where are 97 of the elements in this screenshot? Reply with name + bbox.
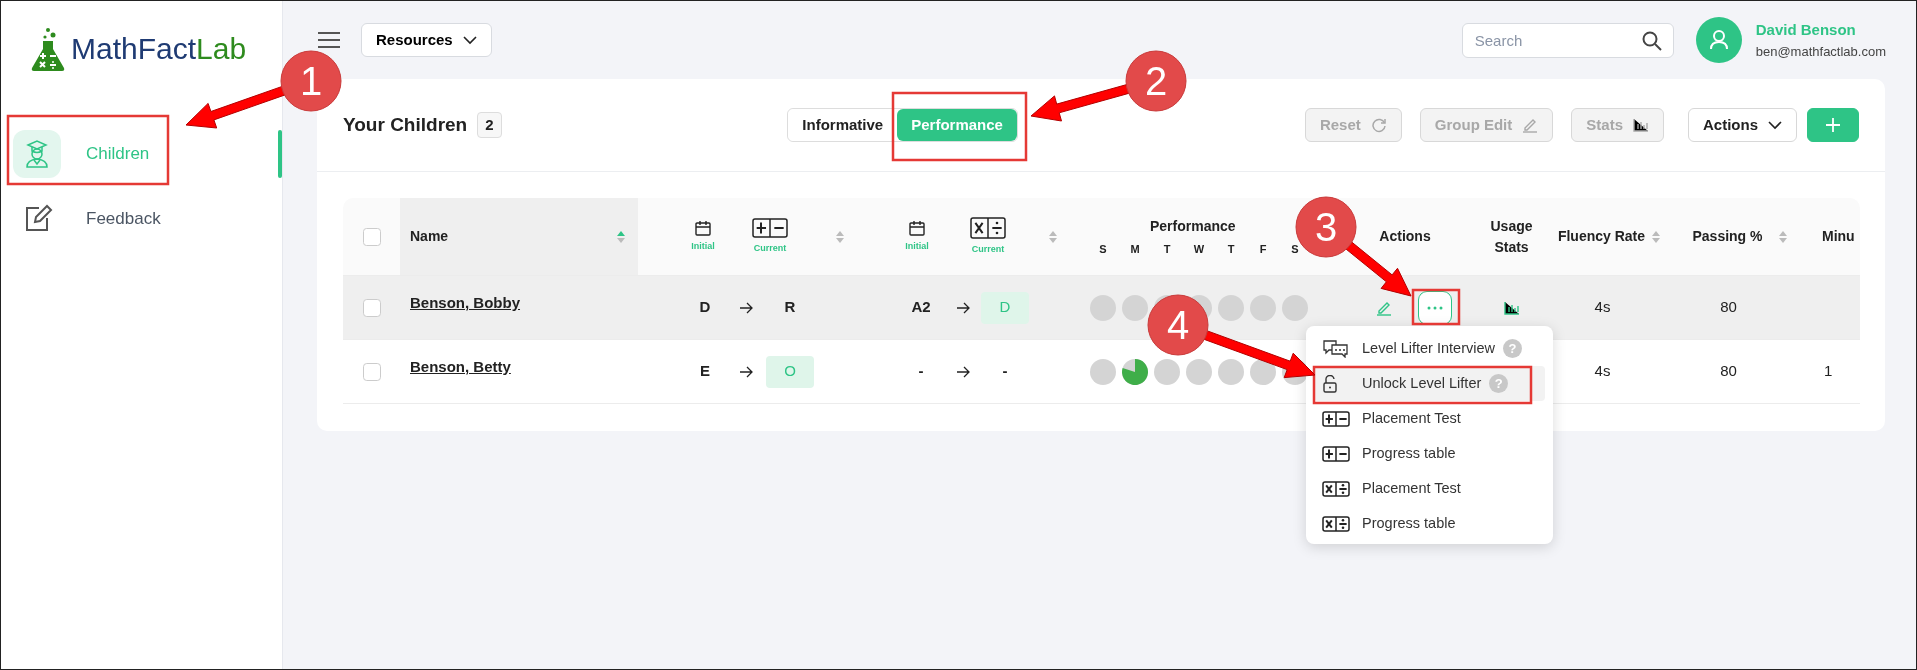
menu-item[interactable]: Placement Test	[1314, 471, 1545, 506]
menu-icon[interactable]	[317, 30, 341, 50]
day-label: T	[1162, 241, 1172, 257]
column-header[interactable]: Fluency Rate	[1548, 226, 1647, 247]
unlock-icon	[1322, 374, 1338, 393]
checkbox[interactable]	[363, 362, 381, 381]
plus-minus-icon	[752, 217, 788, 238]
bar-chart-icon[interactable]	[1503, 300, 1520, 315]
table-cell-text: 4s	[1594, 297, 1611, 318]
level-label: Current	[753, 241, 787, 255]
level-value: -	[917, 361, 925, 382]
menu-item[interactable]: Placement Test	[1314, 401, 1545, 436]
menu-item[interactable]: Unlock Level Lifter ?	[1314, 366, 1545, 401]
level-value: A2	[910, 297, 932, 318]
empty-day-dot	[1122, 294, 1148, 321]
refresh-icon	[1370, 117, 1387, 133]
student-icon	[13, 130, 61, 178]
level-value: D	[981, 291, 1029, 324]
column-header: Performance	[1150, 216, 1236, 236]
day-label: W	[1192, 241, 1206, 257]
search-field[interactable]: Search	[1461, 22, 1674, 58]
more-icon	[1427, 305, 1443, 310]
column-header[interactable]: Name	[410, 226, 449, 247]
chat-bubbles-icon	[1322, 339, 1350, 358]
calendar-icon	[909, 219, 925, 236]
empty-day-dot	[1090, 358, 1116, 385]
help-icon: ?	[1489, 374, 1509, 393]
logo: MathFactLab	[71, 31, 247, 67]
table-cell-text: 1	[1824, 361, 1833, 382]
empty-day-dot	[1282, 294, 1308, 321]
level-label: Initial	[691, 239, 715, 253]
child-name-link[interactable]: Benson, Betty	[410, 356, 511, 379]
column-header: Usage Stats	[1489, 216, 1534, 257]
logo-icon	[31, 25, 65, 72]
empty-day-dot	[1250, 358, 1276, 385]
table-cell-text: 4s	[1594, 361, 1611, 382]
search-icon[interactable]	[1641, 30, 1662, 51]
menu-item[interactable]: Progress table	[1314, 436, 1545, 471]
highlight-frame	[1411, 288, 1461, 326]
child-name-link[interactable]: Benson, Bobby	[410, 292, 520, 315]
day-label: M	[1129, 241, 1141, 257]
active-indicator	[278, 130, 282, 178]
count-badge: 2	[477, 111, 502, 139]
level-value: R	[783, 297, 797, 318]
user-email: ben@mathfactlab.com	[1755, 42, 1886, 61]
level-value: E	[699, 361, 711, 382]
pencil-icon	[1522, 117, 1539, 133]
empty-day-dot	[1218, 294, 1244, 321]
user-name: David Benson	[1755, 20, 1857, 40]
plus-icon	[1825, 117, 1841, 133]
card-title: Your Children	[343, 112, 468, 137]
empty-day-dot	[1154, 358, 1180, 385]
times-divide-icon	[970, 216, 1006, 239]
sidebar-item[interactable]: Feedback	[1, 194, 282, 244]
level-label: Current	[971, 242, 1005, 256]
table-cell-text: 80	[1720, 297, 1737, 318]
caret-icon	[462, 35, 477, 45]
step-marker: 2	[1125, 50, 1187, 112]
times-divide-icon	[1322, 515, 1350, 532]
checkbox[interactable]	[363, 227, 381, 246]
day-label: T	[1226, 241, 1236, 257]
bar-chart-icon	[1633, 118, 1649, 132]
checkbox[interactable]	[363, 298, 381, 317]
more-button[interactable]	[1418, 290, 1452, 325]
column-header[interactable]: Passing %	[1673, 226, 1774, 247]
step-marker: 1	[280, 50, 342, 112]
empty-day-dot	[1250, 294, 1276, 321]
level-label: Initial	[905, 239, 929, 253]
step-marker: 4	[1147, 294, 1209, 356]
actions-dropdown[interactable]: Actions	[1688, 108, 1797, 142]
pointer-arrow	[1345, 241, 1412, 297]
column-header: Actions	[1379, 227, 1431, 246]
arrow-icon	[956, 365, 970, 378]
level-value: -	[1001, 361, 1009, 382]
level-value: O	[766, 355, 814, 388]
level-value: D	[698, 297, 712, 318]
table-cell-text: 80	[1720, 361, 1737, 382]
menu-item[interactable]: Progress table	[1314, 506, 1545, 541]
add-button[interactable]	[1807, 108, 1859, 142]
times-divide-icon	[1322, 480, 1350, 497]
plus-minus-icon	[1322, 445, 1350, 462]
arrow-icon	[739, 301, 753, 314]
day-label: F	[1258, 241, 1268, 257]
resources-dropdown[interactable]: Resources	[361, 23, 492, 57]
avatar-icon[interactable]	[1695, 17, 1742, 63]
caret-icon	[1768, 120, 1782, 130]
plus-minus-icon	[1322, 410, 1350, 427]
pie-progress-icon	[1122, 358, 1148, 385]
calendar-icon	[695, 219, 711, 236]
empty-day-dot	[1090, 294, 1116, 321]
help-icon: ?	[1503, 339, 1522, 358]
column-header: Minu	[1822, 227, 1855, 246]
empty-day-dot	[1186, 358, 1212, 385]
empty-day-dot	[1218, 358, 1244, 385]
day-label: S	[1098, 241, 1108, 257]
arrow-icon	[739, 365, 753, 378]
arrow-icon	[956, 301, 970, 314]
